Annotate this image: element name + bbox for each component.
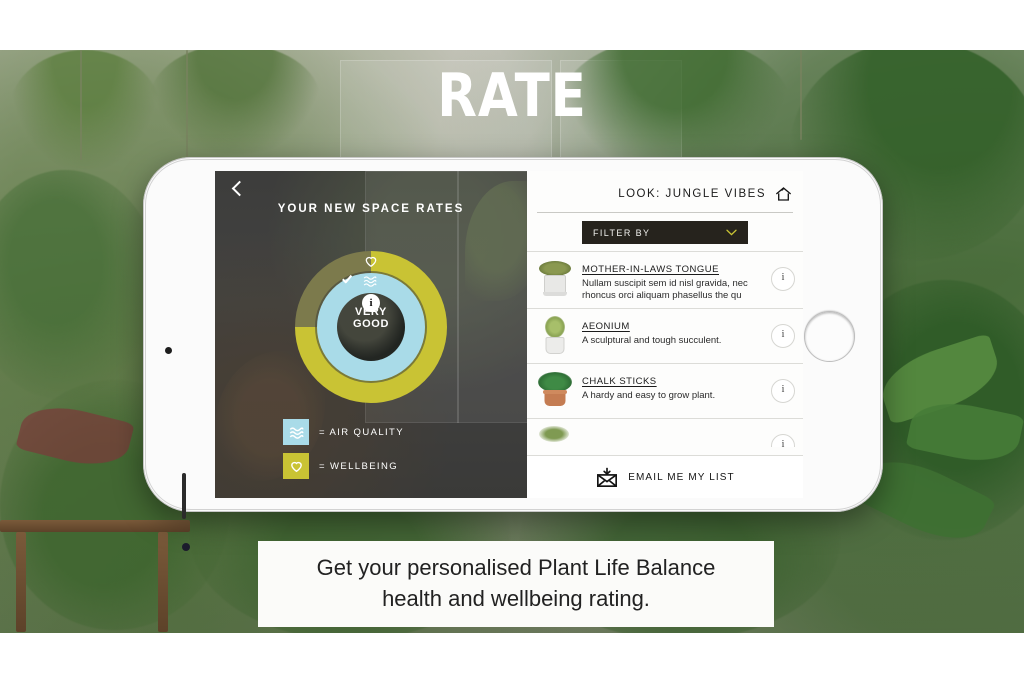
plant-description: A sculptural and tough succulent. [582, 335, 722, 346]
back-chevron-icon[interactable] [229, 181, 245, 197]
header-divider [537, 212, 793, 213]
shelf-leg [158, 532, 168, 632]
list-item[interactable]: AEONIUM A sculptural and tough succulent… [527, 308, 803, 363]
legend-item-wellbeing: = WELLBEING [283, 453, 404, 479]
letterbox-top [0, 0, 1024, 50]
email-me-my-list-label: EMAIL ME MY LIST [628, 471, 735, 483]
air-quality-swatch [283, 419, 309, 445]
caption-line-1: Get your personalised Plant Life Balance [316, 555, 716, 580]
plant-info-button[interactable]: i [771, 434, 795, 447]
plant-name[interactable]: MOTHER-IN-LAWS TONGUE [582, 264, 719, 275]
caption-line-2: health and wellbeing rating. [382, 586, 650, 611]
envelope-download-icon [597, 467, 618, 487]
shelf [0, 520, 190, 532]
rating-heading: YOUR NEW SPACE RATES [277, 203, 465, 215]
plant-info: MOTHER-IN-LAWS TONGUE Nullam suscipit se… [582, 259, 771, 301]
plant-list[interactable]: MOTHER-IN-LAWS TONGUE Nullam suscipit se… [527, 251, 803, 447]
home-icon[interactable] [774, 185, 793, 203]
slide-caption: Get your personalised Plant Life Balance… [258, 541, 774, 627]
check-icon [341, 276, 352, 287]
rating-legend: = AIR QUALITY = WELLBEING [283, 419, 404, 487]
slide-title: RATE [437, 61, 587, 131]
list-item[interactable]: CHALK STICKS A hardy and easy to grow pl… [527, 363, 803, 418]
plant-description: A hardy and easy to grow plant. [582, 390, 716, 401]
filter-by-dropdown[interactable]: FILTER BY [582, 221, 748, 244]
shelf-leg [16, 532, 26, 632]
plant-info [582, 426, 771, 445]
list-item[interactable]: i [527, 418, 803, 447]
slide-stage: RATE YOUR NEW SPACE RATES VERY GOOD i = … [0, 0, 1024, 683]
email-me-my-list-button[interactable]: EMAIL ME MY LIST [527, 455, 803, 498]
plant-thumbnail [537, 259, 573, 299]
filter-by-label: FILTER BY [593, 227, 651, 238]
rating-info-button[interactable]: i [362, 294, 380, 312]
plant-thumbnail [537, 371, 573, 411]
plant-name[interactable]: AEONIUM [582, 321, 630, 332]
rating-panel: YOUR NEW SPACE RATES VERY GOOD i = AIR Q… [215, 171, 527, 498]
look-title: LOOK: JUNGLE VIBES [618, 188, 766, 200]
plant-info: CHALK STICKS A hardy and easy to grow pl… [582, 371, 771, 402]
waves-icon [363, 276, 377, 287]
legend-item-air-quality: = AIR QUALITY [283, 419, 404, 445]
wellbeing-swatch [283, 453, 309, 479]
heart-icon [365, 256, 377, 268]
foliage-shape [0, 170, 160, 400]
letterbox-bottom [0, 633, 1024, 683]
rating-donut-chart: VERY GOOD i [295, 251, 447, 403]
chevron-down-icon [726, 229, 737, 236]
rating-label-line2: GOOD [352, 318, 389, 330]
front-camera-icon [165, 347, 172, 354]
phone-screen: YOUR NEW SPACE RATES VERY GOOD i = AIR Q… [215, 171, 803, 498]
plant-thumbnail [537, 426, 573, 447]
list-item[interactable]: MOTHER-IN-LAWS TONGUE Nullam suscipit se… [527, 251, 803, 308]
plant-thumbnail [537, 316, 573, 356]
plant-description: Nullam suscipit sem id nisl gravida, nec… [582, 278, 748, 301]
legend-label-wellbeing: = WELLBEING [319, 460, 399, 472]
home-button[interactable] [804, 310, 855, 362]
phone-device: YOUR NEW SPACE RATES VERY GOOD i = AIR Q… [143, 157, 883, 551]
plant-list-panel: LOOK: JUNGLE VIBES FILTER BY MOTHER-IN-L… [527, 171, 803, 498]
plant-info-button[interactable]: i [771, 324, 795, 348]
look-header: LOOK: JUNGLE VIBES [527, 171, 803, 207]
heart-icon [290, 461, 302, 473]
earpiece-speaker [182, 473, 186, 519]
plant-info: AEONIUM A sculptural and tough succulent… [582, 316, 771, 347]
legend-label-air-quality: = AIR QUALITY [319, 426, 404, 438]
plant-name[interactable]: CHALK STICKS [582, 376, 657, 387]
plant-info-button[interactable]: i [771, 267, 795, 291]
proximity-sensor [182, 543, 190, 551]
plant-info-button[interactable]: i [771, 379, 795, 403]
waves-icon [289, 426, 303, 439]
